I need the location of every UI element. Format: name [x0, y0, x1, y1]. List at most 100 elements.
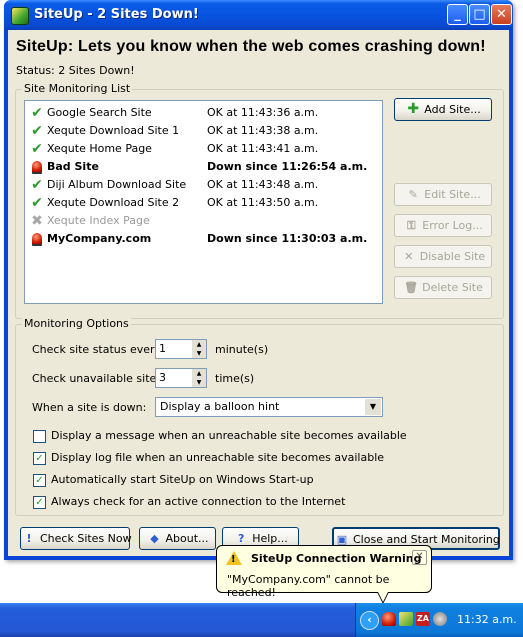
check-every-spinner[interactable]: 1 ▲ ▼ [155, 339, 207, 359]
help-label: Help... [252, 532, 288, 545]
network-tray-icon[interactable] [399, 612, 413, 626]
trash-icon: 🗑 [404, 281, 419, 294]
checkmark-icon: ✔ [31, 195, 43, 211]
monitoring-options-group-label: Monitoring Options [22, 317, 131, 330]
taskbar: ‹ ZA 11:32 a.m. [0, 603, 523, 637]
spin-up-icon[interactable]: ▲ [192, 369, 206, 378]
site-monitoring-group-label: Site Monitoring List [22, 82, 133, 95]
site-status: OK at 11:43:48 a.m. [207, 178, 319, 191]
app-icon[interactable] [11, 7, 29, 25]
option-checkbox[interactable]: ✓ [33, 496, 46, 509]
error-log-button[interactable]: ⚿ Error Log... [394, 214, 492, 237]
about-button[interactable]: ◆ About... [139, 527, 216, 550]
list-item[interactable]: Bad Site Down since 11:26:54 a.m. [25, 158, 382, 176]
unavailable-label: Check unavailable sites [32, 372, 163, 385]
status-text: Status: 2 Sites Down! [16, 64, 135, 77]
maximize-button[interactable]: □ [469, 4, 490, 25]
option-label[interactable]: Automatically start SiteUp on Windows St… [51, 473, 314, 486]
check-every-label: Check site status every [32, 343, 162, 356]
site-name: Xequte Download Site 2 [47, 196, 180, 209]
list-item[interactable]: MyCompany.com Down since 11:30:03 a.m. [25, 230, 382, 248]
list-item[interactable]: ✖ Xequte Index Page [25, 212, 382, 230]
disable-site-label: Disable Site [419, 250, 486, 263]
when-down-select[interactable]: Display a balloon hint ▼ [155, 397, 383, 417]
site-status: OK at 11:43:38 a.m. [207, 124, 319, 137]
volume-tray-icon[interactable] [433, 612, 447, 626]
checkmark-icon: ✔ [31, 123, 43, 139]
siteup-tray-icon[interactable] [382, 612, 396, 626]
unavailable-value: 3 [159, 371, 166, 384]
window-title: SiteUp - 2 Sites Down! [34, 7, 199, 22]
unavailable-spinner[interactable]: 3 ▲ ▼ [155, 368, 207, 388]
list-item[interactable]: ✔ Diji Album Download Site OK at 11:43:48 … [25, 176, 382, 194]
disable-site-button[interactable]: ✕ Disable Site [394, 245, 492, 268]
site-monitoring-group: Site Monitoring List ✔ Google Search Site… [15, 82, 504, 319]
checkmark-icon: ✔ [31, 177, 43, 193]
checkmark-icon: ✔ [31, 105, 43, 121]
site-status: OK at 11:43:50 a.m. [207, 196, 319, 209]
list-item[interactable]: ✔ Xequte Download Site 2 OK at 11:43:50 a.… [25, 194, 382, 212]
siteup-window: SiteUp - 2 Sites Down! _ □ ✕ SiteUp: Let… [4, 0, 513, 560]
site-status: OK at 11:43:36 a.m. [207, 106, 319, 119]
edit-site-button[interactable]: ✎ Edit Site... [394, 183, 492, 206]
disabled-x-icon: ✖ [31, 213, 43, 229]
option-checkbox[interactable] [33, 430, 46, 443]
monitoring-options-group: Monitoring Options Check site status eve… [15, 317, 504, 516]
option-label[interactable]: Display a message when an unreachable si… [51, 429, 407, 442]
site-name: Xequte Home Page [47, 142, 152, 155]
unavailable-unit: time(s) [215, 372, 255, 385]
show-hidden-icons-icon[interactable]: ‹ [360, 611, 379, 630]
site-name: Google Search Site [47, 106, 152, 119]
option-checkbox[interactable]: ✓ [33, 474, 46, 487]
site-name: Xequte Download Site 1 [47, 124, 180, 137]
title-bar[interactable]: SiteUp - 2 Sites Down! _ □ ✕ [4, 0, 513, 30]
site-name: MyCompany.com [47, 232, 152, 245]
when-down-label: When a site is down: [32, 401, 147, 414]
close-button[interactable]: ✕ [491, 4, 512, 25]
add-site-label: Add Site... [424, 103, 481, 116]
minimize-button[interactable]: _ [447, 4, 468, 25]
list-item[interactable]: ✔ Google Search Site OK at 11:43:36 a.m. [25, 104, 382, 122]
site-status: OK at 11:43:41 a.m. [207, 142, 319, 155]
taskbar-clock[interactable]: 11:32 a.m. [457, 613, 517, 626]
chevron-down-icon[interactable]: ▼ [365, 399, 381, 415]
site-status: Down since 11:26:54 a.m. [207, 160, 368, 173]
siren-icon [29, 159, 45, 175]
list-item[interactable]: ✔ Xequte Download Site 1 OK at 11:43:38 a.… [25, 122, 382, 140]
balloon-message: "MyCompany.com" cannot be reached! [227, 573, 390, 599]
delete-site-label: Delete Site [422, 281, 483, 294]
option-label[interactable]: Always check for an active connection to… [51, 495, 345, 508]
check-every-unit: minute(s) [215, 343, 269, 356]
site-name: Xequte Index Page [47, 214, 150, 227]
site-list[interactable]: ✔ Google Search Site OK at 11:43:36 a.m. ✔ X… [24, 100, 383, 304]
option-label[interactable]: Display log file when an unreachable sit… [51, 451, 384, 464]
site-name: Bad Site [47, 160, 99, 173]
dialog-client: SiteUp: Lets you know when the web comes… [8, 30, 509, 556]
delete-site-button[interactable]: 🗑 Delete Site [394, 276, 492, 299]
siren-icon [29, 231, 45, 247]
info-icon: ◆ [150, 532, 159, 545]
checkmark-icon: ✔ [31, 141, 43, 157]
error-log-label: Error Log... [422, 219, 483, 232]
spin-down-icon[interactable]: ▼ [192, 378, 206, 387]
about-label: About... [165, 532, 209, 545]
spin-up-icon[interactable]: ▲ [192, 340, 206, 349]
add-site-button[interactable]: ✚ Add Site... [394, 98, 492, 121]
site-status: Down since 11:30:03 a.m. [207, 232, 368, 245]
list-item[interactable]: ✔ Xequte Home Page OK at 11:43:41 a.m. [25, 140, 382, 158]
edit-site-label: Edit Site... [424, 188, 481, 201]
check-sites-now-button[interactable]: ! Check Sites Now [20, 527, 132, 550]
option-checkbox[interactable]: ✓ [33, 452, 46, 465]
when-down-value: Display a balloon hint [160, 400, 280, 413]
exclamation-icon: ! [26, 532, 32, 545]
spin-down-icon[interactable]: ▼ [192, 349, 206, 358]
balloon-title: SiteUp Connection Warning [251, 552, 422, 565]
balloon-close-icon[interactable]: ✕ [412, 550, 427, 565]
system-tray: ‹ ZA 11:32 a.m. [355, 603, 523, 637]
edit-icon: ✎ [408, 188, 418, 201]
balloon-hint[interactable]: ! SiteUp Connection Warning ✕ "MyCompany… [216, 545, 432, 599]
site-name: Diji Album Download Site [47, 178, 187, 191]
zonealarm-tray-icon[interactable]: ZA [416, 612, 430, 626]
x-icon: ✕ [404, 250, 414, 263]
headline: SiteUp: Lets you know when the web comes… [16, 38, 486, 55]
